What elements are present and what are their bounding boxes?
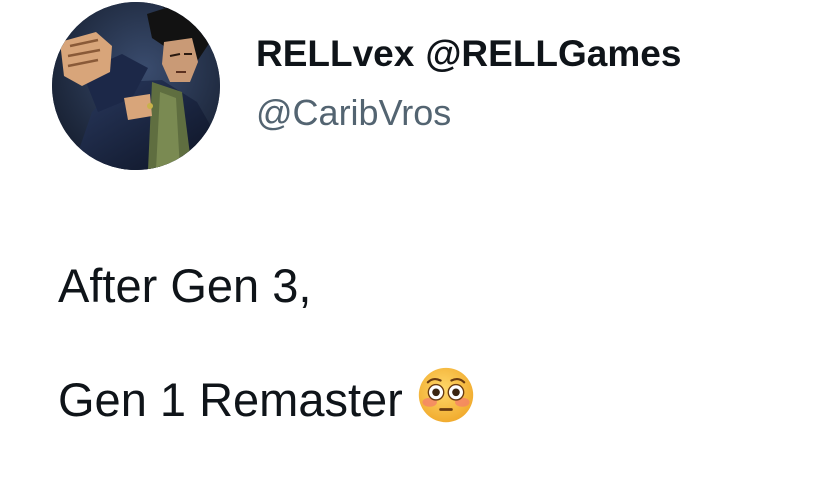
avatar[interactable] — [52, 2, 220, 170]
author-display-name[interactable]: RELLvex — [256, 33, 414, 74]
flushed-face-emoji-icon — [417, 366, 475, 424]
author-handle[interactable]: @CaribVros — [256, 90, 451, 136]
avatar-anime-character-icon — [52, 2, 220, 170]
author-line: RELLvex @RELLGames — [256, 30, 681, 78]
author-display-handle[interactable]: @RELLGames — [425, 33, 681, 74]
tweet-line: Gen 1 Remaster — [58, 366, 818, 428]
tweet-line: After Gen 3, — [58, 259, 312, 312]
tweet-line-text: Gen 1 Remaster — [58, 373, 403, 426]
tweet-text: After Gen 3, Gen 1 Remaster — [58, 258, 818, 428]
tweet-card: RELLvex @RELLGames @CaribVros After Gen 3… — [0, 0, 840, 488]
